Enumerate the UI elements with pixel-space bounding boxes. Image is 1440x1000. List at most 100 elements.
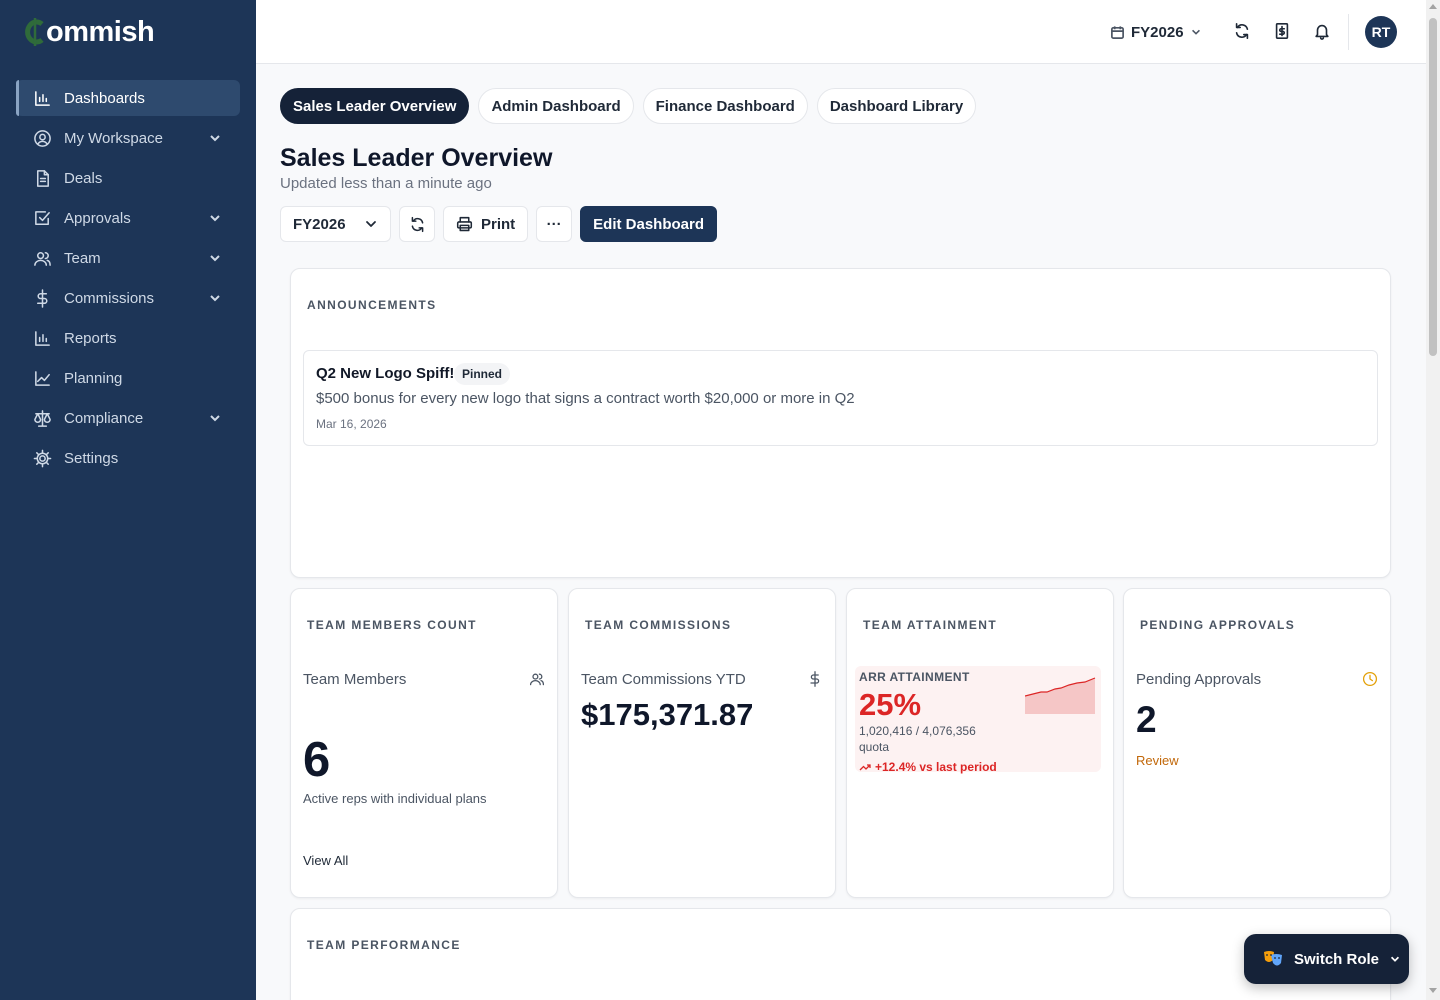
metric-value: $175,371.87 [581,697,754,732]
attainment-label: ARR ATTAINMENT [859,670,970,684]
sparkline-area [1025,678,1095,714]
announcements-card: ANNOUNCEMENTS Q2 New Logo Spiff! Pinned … [290,268,1391,578]
sidebar-item-approvals[interactable]: Approvals [16,200,240,236]
card-heading: TEAM PERFORMANCE [307,938,461,952]
metric-label: Pending Approvals [1136,671,1262,688]
trend-text: +12.4% vs last period [875,760,997,774]
gear-icon [32,448,52,468]
chevron-down-icon [208,411,222,425]
card-heading: PENDING APPROVALS [1140,618,1296,632]
tab-finance-dashboard[interactable]: Finance Dashboard [642,88,808,124]
team-attainment-card: TEAM ATTAINMENT ARR ATTAINMENT 25% 1,020… [846,588,1114,898]
card-heading: ANNOUNCEMENTS [307,298,437,312]
metric-value: 2 [1136,699,1157,740]
switch-role-button[interactable]: Switch Role [1244,934,1409,984]
sidebar-item-commissions[interactable]: Commissions [16,280,240,316]
receipt-dollar-icon[interactable] [1273,22,1293,42]
review-link[interactable]: Review [1136,753,1179,768]
announcement-title: Q2 New Logo Spiff! [316,365,455,382]
refresh-icon[interactable] [1233,22,1253,42]
sidebar-item-deals[interactable]: Deals [16,160,240,196]
header-divider [1348,14,1349,50]
brand-logo[interactable]: ommish [24,14,155,50]
sidebar-item-label: Reports [64,329,117,347]
sidebar-item-dashboards[interactable]: Dashboards [16,80,240,116]
sidebar-item-label: Planning [64,369,123,387]
fy-dropdown-value: FY2026 [293,215,346,233]
page-subtitle: Updated less than a minute ago [280,175,492,192]
switch-role-label: Switch Role [1294,950,1380,968]
more-options-button[interactable]: ··· [536,206,573,242]
dollar-icon [32,288,52,308]
chevron-down-icon [366,221,376,227]
dollar-icon [807,671,825,689]
sidebar-item-label: My Workspace [64,129,163,147]
bar-chart-icon [32,328,52,348]
metric-note: Active reps with individual plans [303,791,487,806]
print-button[interactable]: Print [443,206,529,242]
edit-dashboard-button[interactable]: Edit Dashboard [580,206,718,242]
chevron-down-icon [208,131,222,145]
sidebar-item-label: Deals [64,169,103,187]
scroll-thumb[interactable] [1429,18,1437,356]
sidebar-item-settings[interactable]: Settings [16,440,240,476]
pinned-badge: Pinned [454,363,511,385]
tab-admin-dashboard[interactable]: Admin Dashboard [478,88,634,124]
user-circle-icon [32,128,52,148]
bell-icon[interactable] [1313,22,1333,42]
arr-attainment-panel[interactable]: ARR ATTAINMENT 25% 1,020,416 / 4,076,356… [855,666,1101,774]
refresh-button[interactable] [399,206,435,242]
avatar[interactable]: RT [1365,16,1397,48]
sidebar-item-reports[interactable]: Reports [16,320,240,356]
refresh-icon [411,216,423,232]
users-icon [32,248,52,268]
sidebar-item-compliance[interactable]: Compliance [16,400,240,436]
fiscal-year-value: FY2026 [1131,23,1184,41]
top-header: FY2026 RT [256,0,1426,64]
tab-sales-leader-overview[interactable]: Sales Leader Overview [280,88,470,124]
fy-dropdown[interactable]: FY2026 [280,206,391,242]
fiscal-year-select[interactable]: FY2026 [1110,20,1202,44]
pending-approvals-card: PENDING APPROVALS Pending Approvals 2 Re… [1123,588,1391,898]
sidebar-nav: Dashboards My Workspace Deals Approvals … [16,80,240,480]
sidebar-item-label: Team [64,249,101,267]
print-label: Print [481,215,516,233]
trend-up-icon [859,764,871,771]
logo-c-icon [24,15,46,49]
page-title: Sales Leader Overview [280,144,553,172]
metric-label: Team Members [303,671,407,688]
chevron-down-icon [1191,29,1200,35]
chevron-down-icon [208,251,222,265]
file-icon [32,168,52,188]
chevron-down-icon [208,291,222,305]
scroll-up-arrow-icon[interactable] [1429,4,1437,9]
sidebar-item-team[interactable]: Team [16,240,240,276]
printer-icon [456,216,473,231]
team-performance-card: TEAM PERFORMANCE [290,908,1391,1000]
sidebar-item-my-workspace[interactable]: My Workspace [16,120,240,156]
card-heading: TEAM ATTAINMENT [863,618,998,632]
scroll-down-arrow-icon[interactable] [1429,988,1437,993]
team-members-card: TEAM MEMBERS COUNT Team Members 6 Active… [290,588,558,898]
attainment-value: 25% [859,687,922,722]
announcement-date: Mar 16, 2026 [316,417,387,431]
metric-label: Team Commissions YTD [581,671,746,688]
brand-name: ommish [46,15,155,48]
team-commissions-card: TEAM COMMISSIONS Team Commissions YTD $1… [568,588,836,898]
sidebar-item-planning[interactable]: Planning [16,360,240,396]
sparkline-chart [1025,677,1096,714]
attainment-quota-label: quota [859,740,890,754]
theater-masks-icon [1264,951,1282,966]
announcement-item[interactable]: Q2 New Logo Spiff! Pinned $500 bonus for… [303,350,1378,446]
line-chart-icon [32,368,52,388]
sidebar-item-label: Commissions [64,289,155,307]
page-scrollbar[interactable] [1426,0,1440,1000]
sidebar-item-label: Approvals [64,209,131,227]
chevron-down-icon [1390,956,1400,962]
view-all-link[interactable]: View All [303,853,348,868]
tab-dashboard-library[interactable]: Dashboard Library [816,88,977,124]
users-icon [529,671,547,689]
clock-icon [1362,671,1380,689]
chevron-down-icon [208,211,222,225]
sidebar-item-label: Dashboards [64,89,145,107]
